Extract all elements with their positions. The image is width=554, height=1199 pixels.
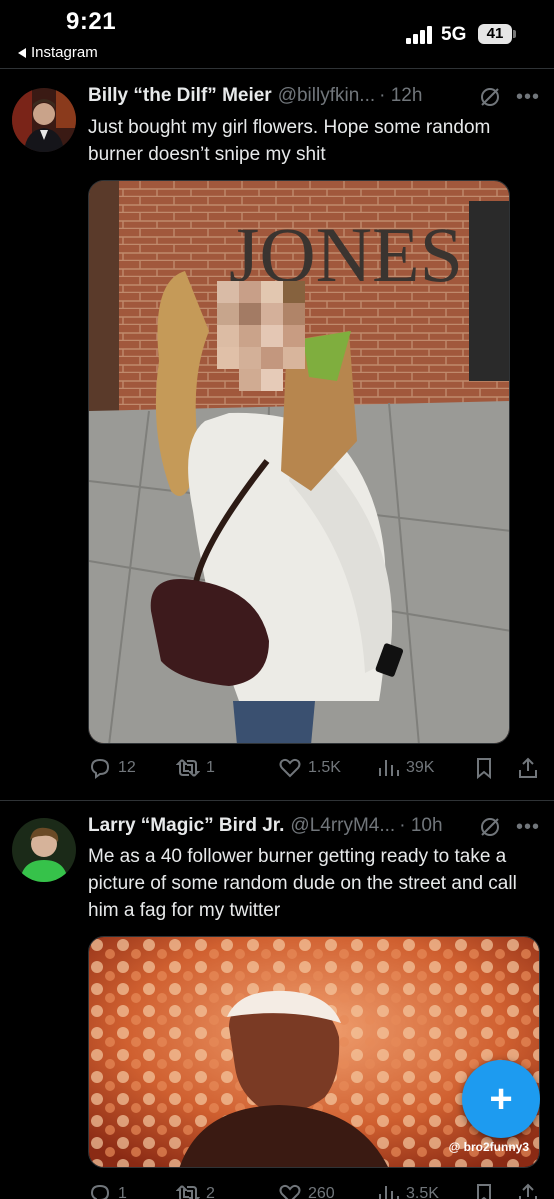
handle[interactable]: @billyfkin... — [278, 85, 375, 107]
reply-button[interactable]: 12 — [88, 756, 136, 780]
repost-icon — [176, 759, 200, 777]
views-count: 39K — [406, 759, 435, 776]
compose-icon: + — [489, 1077, 513, 1121]
reply-count: 1 — [118, 1185, 127, 1199]
tweet-actions: 12 1 1.5K 39K — [88, 756, 542, 786]
like-count: 260 — [308, 1185, 335, 1199]
timestamp: · 12h — [379, 85, 423, 106]
reply-count: 12 — [118, 759, 136, 776]
video-watermark: @ bro2funny3 — [449, 1140, 530, 1154]
share-icon — [519, 1183, 537, 1199]
share-button[interactable] — [516, 1182, 540, 1199]
bookmark-icon — [477, 758, 491, 780]
timestamp: · 10h — [399, 815, 443, 836]
like-count: 1.5K — [308, 759, 341, 776]
avatar[interactable] — [12, 818, 76, 882]
back-to-app-link[interactable]: Instagram — [18, 44, 98, 61]
display-name[interactable]: Billy “the Dilf” Meier — [88, 85, 272, 107]
back-arrow-icon — [18, 47, 26, 58]
signal-icon — [406, 26, 434, 44]
compose-button[interactable]: + — [462, 1060, 540, 1138]
like-button[interactable]: 260 — [278, 1182, 335, 1199]
more-icon[interactable]: ••• — [516, 817, 540, 837]
reply-icon — [90, 1184, 110, 1199]
header-icons: ••• — [478, 815, 540, 839]
grok-icon[interactable] — [478, 85, 502, 109]
network-label: 5G — [441, 24, 467, 45]
share-icon — [519, 757, 537, 778]
repost-button[interactable]: 1 — [176, 756, 215, 780]
top-divider — [0, 68, 554, 69]
views-icon — [379, 1186, 399, 1199]
repost-count: 2 — [206, 1185, 215, 1199]
status-time: 9:21 — [66, 8, 117, 35]
battery-icon: 41 — [478, 24, 516, 44]
tweet-header: Billy “the Dilf” Meier @billyfkin... · 1… — [88, 85, 540, 107]
like-button[interactable]: 1.5K — [278, 756, 341, 780]
handle[interactable]: @L4rryM4... — [290, 815, 395, 837]
repost-icon — [176, 1185, 200, 1199]
status-bar: 9:21 Instagram 5G 41 — [0, 0, 554, 68]
views-button[interactable]: 39K — [376, 756, 434, 780]
avatar[interactable] — [12, 88, 76, 152]
reply-button[interactable]: 1 — [88, 1182, 127, 1199]
views-icon — [379, 760, 399, 776]
reply-icon — [90, 758, 110, 779]
views-button[interactable]: 3.5K — [376, 1182, 439, 1199]
tweet-text: Just bought my girl flowers. Hope some r… — [88, 117, 491, 165]
like-icon — [279, 1184, 301, 1199]
like-icon — [279, 758, 301, 778]
tweet-actions: 1 2 260 3.5K — [88, 1182, 542, 1199]
header-icons: ••• — [478, 85, 540, 109]
tweet-divider — [0, 800, 554, 801]
tweet-text: Me as a 40 follower burner getting ready… — [88, 846, 517, 921]
share-button[interactable] — [516, 756, 540, 780]
bookmark-button[interactable] — [472, 1182, 496, 1199]
tweet-photo[interactable]: JONES — [88, 180, 510, 744]
tweet-header: Larry “Magic” Bird Jr. @L4rryM4... · 10h… — [88, 815, 540, 837]
tweet-video[interactable]: @ bro2funny3 — [88, 936, 540, 1168]
repost-count: 1 — [206, 759, 215, 776]
bookmark-icon — [477, 1184, 491, 1199]
bookmark-button[interactable] — [472, 756, 496, 780]
repost-button[interactable]: 2 — [176, 1182, 215, 1199]
more-icon[interactable]: ••• — [516, 87, 540, 107]
grok-icon[interactable] — [478, 815, 502, 839]
display-name[interactable]: Larry “Magic” Bird Jr. — [88, 815, 284, 837]
back-app-label: Instagram — [31, 44, 98, 61]
views-count: 3.5K — [406, 1185, 439, 1199]
